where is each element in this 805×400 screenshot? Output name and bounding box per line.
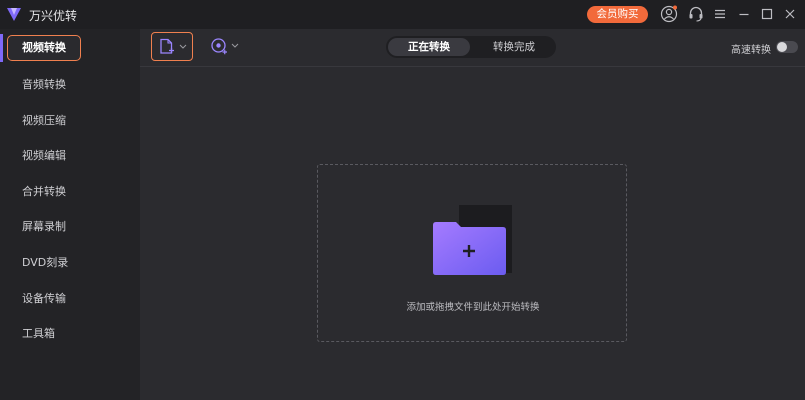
sidebar-item-video-convert[interactable]: 视频转换: [7, 35, 81, 61]
close-icon[interactable]: [781, 5, 799, 23]
sidebar-item-screen-record[interactable]: 屏幕录制: [22, 219, 66, 235]
tab-finished[interactable]: 转换完成: [474, 36, 554, 58]
sidebar-item-audio-convert[interactable]: 音频转换: [22, 77, 66, 93]
minimize-icon[interactable]: [735, 5, 753, 23]
sidebar-item-device-transfer[interactable]: 设备传输: [22, 291, 66, 307]
file-drop-zone[interactable]: 添加或拖拽文件到此处开始转换: [317, 164, 627, 342]
chevron-down-icon: [179, 44, 187, 49]
sidebar-item-video-compress[interactable]: 视频压缩: [22, 113, 66, 129]
title-bar: 万兴优转 会员购买: [0, 0, 805, 29]
account-icon[interactable]: [660, 5, 678, 23]
chevron-down-icon: [231, 43, 239, 48]
high-speed-toggle[interactable]: [776, 41, 798, 53]
folder-add-icon: [433, 205, 512, 275]
app-title: 万兴优转: [29, 9, 78, 23]
sidebar-item-toolbox[interactable]: 工具箱: [22, 326, 55, 342]
sidebar-item-video-edit[interactable]: 视频编辑: [22, 148, 66, 164]
main-toolbar: 正在转换 转换完成 高速转换: [140, 29, 805, 67]
conversion-tabs: 正在转换 转换完成: [386, 36, 556, 58]
add-file-icon: [160, 38, 174, 54]
sidebar-item-merge[interactable]: 合并转换: [22, 184, 66, 200]
drop-hint: 添加或拖拽文件到此处开始转换: [406, 302, 540, 313]
toggle-knob: [777, 42, 787, 52]
high-speed-label: 高速转换: [731, 45, 771, 56]
add-media-icon: [211, 38, 227, 55]
sidebar-item-dvd-burn[interactable]: DVD刻录: [22, 255, 68, 271]
active-indicator: [0, 34, 3, 62]
tab-converting[interactable]: 正在转换: [388, 38, 470, 56]
app-logo-icon: [7, 8, 21, 21]
add-media-button[interactable]: [206, 34, 242, 59]
maximize-icon[interactable]: [758, 5, 776, 23]
menu-icon[interactable]: [711, 5, 729, 23]
support-icon[interactable]: [687, 5, 705, 23]
vip-purchase-button[interactable]: 会员购买: [587, 6, 648, 23]
sidebar: 视频转换 音频转换 视频压缩 视频编辑 合并转换 屏幕录制 DVD刻录 设备传输…: [0, 29, 140, 400]
add-file-button[interactable]: [151, 32, 193, 61]
